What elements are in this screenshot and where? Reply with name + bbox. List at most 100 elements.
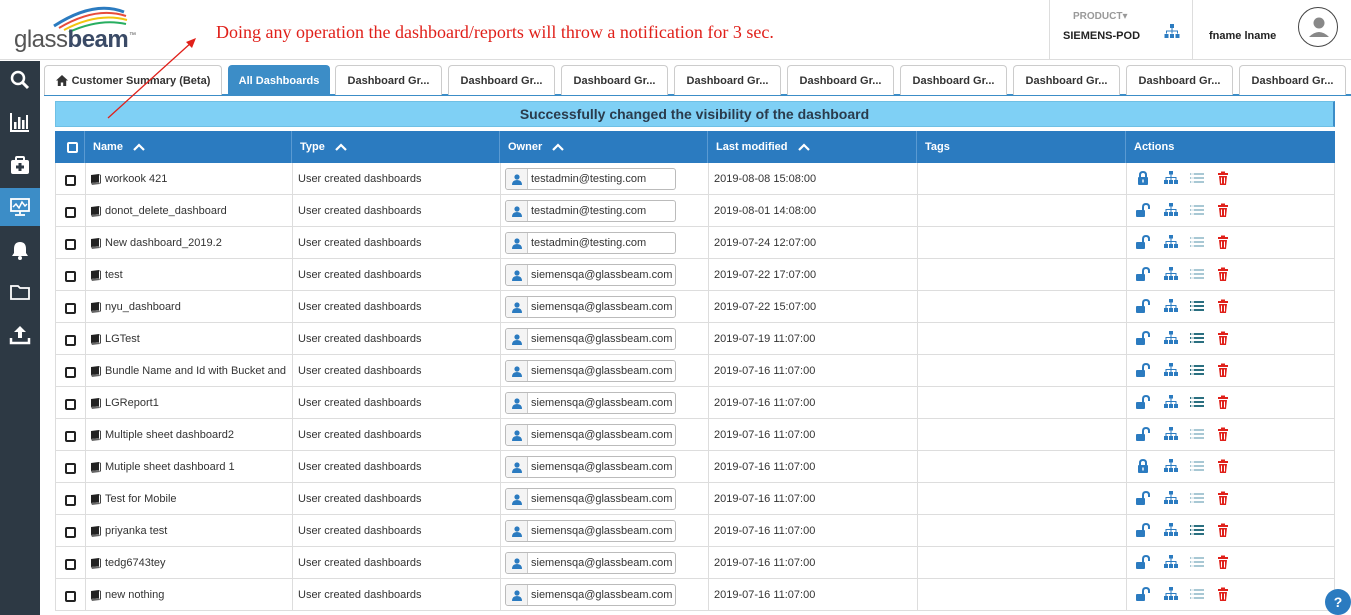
sidebar-item-search[interactable] — [0, 61, 40, 99]
hierarchy-icon[interactable] — [1164, 587, 1178, 601]
hierarchy-icon[interactable] — [1164, 299, 1178, 313]
unlock-icon[interactable] — [1136, 555, 1150, 569]
tab-dashboard-group[interactable]: Dashboard Gr... — [448, 65, 555, 95]
sidebar-item-health[interactable] — [0, 146, 40, 184]
unlock-icon[interactable] — [1136, 299, 1150, 313]
sidebar-item-dashboards[interactable] — [0, 188, 40, 226]
row-checkbox[interactable] — [65, 399, 76, 410]
unlock-icon[interactable] — [1136, 523, 1150, 537]
dashboard-name-cell[interactable]: Test for Mobile — [90, 483, 288, 515]
list-icon[interactable] — [1190, 203, 1204, 217]
owner-field[interactable]: siemensqa@glassbeam.com — [505, 488, 676, 510]
unlock-icon[interactable] — [1136, 427, 1150, 441]
hierarchy-icon[interactable] — [1164, 555, 1178, 569]
row-checkbox[interactable] — [65, 591, 76, 602]
row-checkbox[interactable] — [65, 175, 76, 186]
trash-icon[interactable] — [1216, 235, 1230, 249]
row-checkbox[interactable] — [65, 239, 76, 250]
owner-field[interactable]: testadmin@testing.com — [505, 168, 676, 190]
lock-icon[interactable] — [1136, 459, 1150, 473]
lock-icon[interactable] — [1136, 171, 1150, 185]
avatar[interactable] — [1298, 7, 1338, 47]
row-checkbox[interactable] — [65, 431, 76, 442]
owner-field[interactable]: testadmin@testing.com — [505, 232, 676, 254]
dashboard-name-cell[interactable]: New dashboard_2019.2 — [90, 227, 288, 259]
list-icon[interactable] — [1190, 363, 1204, 377]
row-checkbox[interactable] — [65, 495, 76, 506]
column-header-last-modified[interactable]: Last modified — [708, 131, 917, 163]
sidebar-item-analytics[interactable] — [0, 103, 40, 141]
sidebar-item-alerts[interactable] — [0, 231, 40, 269]
dashboard-name-cell[interactable]: workook 421 — [90, 163, 288, 195]
trash-icon[interactable] — [1216, 587, 1230, 601]
hierarchy-icon[interactable] — [1164, 459, 1178, 473]
dashboard-name-cell[interactable]: tedg6743tey — [90, 547, 288, 579]
row-checkbox[interactable] — [65, 527, 76, 538]
list-icon[interactable] — [1190, 491, 1204, 505]
unlock-icon[interactable] — [1136, 363, 1150, 377]
hierarchy-icon[interactable] — [1164, 267, 1178, 281]
column-header-owner[interactable]: Owner — [500, 131, 708, 163]
list-icon[interactable] — [1190, 267, 1204, 281]
hierarchy-icon[interactable] — [1164, 235, 1178, 249]
hierarchy-icon[interactable] — [1164, 395, 1178, 409]
trash-icon[interactable] — [1216, 203, 1230, 217]
list-icon[interactable] — [1190, 395, 1204, 409]
owner-field[interactable]: testadmin@testing.com — [505, 200, 676, 222]
tab-dashboard-group[interactable]: Dashboard Gr... — [900, 65, 1007, 95]
unlock-icon[interactable] — [1136, 331, 1150, 345]
unlock-icon[interactable] — [1136, 235, 1150, 249]
list-icon[interactable] — [1190, 427, 1204, 441]
dashboard-name-cell[interactable]: Bundle Name and Id with Bucket and ... — [90, 355, 288, 387]
row-checkbox[interactable] — [65, 559, 76, 570]
hierarchy-icon[interactable] — [1164, 171, 1178, 185]
dashboard-name-cell[interactable]: test — [90, 259, 288, 291]
hierarchy-icon[interactable] — [1164, 24, 1180, 38]
unlock-icon[interactable] — [1136, 267, 1150, 281]
select-all-checkbox[interactable] — [67, 142, 78, 153]
trash-icon[interactable] — [1216, 299, 1230, 313]
tab-dashboard-group[interactable]: Dashboard Gr... — [335, 65, 442, 95]
hierarchy-icon[interactable] — [1164, 491, 1178, 505]
dashboard-name-cell[interactable]: donot_delete_dashboard — [90, 195, 288, 227]
tab-dashboard-group[interactable]: Dashboard Gr... — [674, 65, 781, 95]
owner-field[interactable]: siemensqa@glassbeam.com — [505, 520, 676, 542]
hierarchy-icon[interactable] — [1164, 331, 1178, 345]
dashboard-name-cell[interactable]: new nothing — [90, 579, 288, 611]
trash-icon[interactable] — [1216, 267, 1230, 281]
list-icon[interactable] — [1190, 235, 1204, 249]
unlock-icon[interactable] — [1136, 203, 1150, 217]
owner-field[interactable]: siemensqa@glassbeam.com — [505, 584, 676, 606]
list-icon[interactable] — [1190, 555, 1204, 569]
tab-dashboard-group[interactable]: Dashboard Gr... — [1239, 65, 1346, 95]
owner-field[interactable]: siemensqa@glassbeam.com — [505, 360, 676, 382]
list-icon[interactable] — [1190, 331, 1204, 345]
row-checkbox[interactable] — [65, 463, 76, 474]
dashboard-name-cell[interactable]: priyanka test — [90, 515, 288, 547]
hierarchy-icon[interactable] — [1164, 427, 1178, 441]
list-icon[interactable] — [1190, 523, 1204, 537]
column-header-name[interactable]: Name — [85, 131, 292, 163]
trash-icon[interactable] — [1216, 331, 1230, 345]
list-icon[interactable] — [1190, 299, 1204, 313]
owner-field[interactable]: siemensqa@glassbeam.com — [505, 456, 676, 478]
row-checkbox[interactable] — [65, 207, 76, 218]
unlock-icon[interactable] — [1136, 395, 1150, 409]
owner-field[interactable]: siemensqa@glassbeam.com — [505, 552, 676, 574]
unlock-icon[interactable] — [1136, 587, 1150, 601]
list-icon[interactable] — [1190, 459, 1204, 473]
sidebar-item-files[interactable] — [0, 273, 40, 311]
owner-field[interactable]: siemensqa@glassbeam.com — [505, 392, 676, 414]
unlock-icon[interactable] — [1136, 491, 1150, 505]
dashboard-name-cell[interactable]: LGReport1 — [90, 387, 288, 419]
dashboard-name-cell[interactable]: LGTest — [90, 323, 288, 355]
glassbeam-logo[interactable]: glassbeam ™ — [14, 4, 136, 54]
sidebar-item-upload[interactable] — [0, 316, 40, 354]
tab-all-dashboards[interactable]: All Dashboards — [228, 65, 330, 95]
trash-icon[interactable] — [1216, 555, 1230, 569]
tab-dashboard-group[interactable]: Dashboard Gr... — [561, 65, 668, 95]
trash-icon[interactable] — [1216, 459, 1230, 473]
dashboard-name-cell[interactable]: nyu_dashboard — [90, 291, 288, 323]
trash-icon[interactable] — [1216, 427, 1230, 441]
row-checkbox[interactable] — [65, 335, 76, 346]
